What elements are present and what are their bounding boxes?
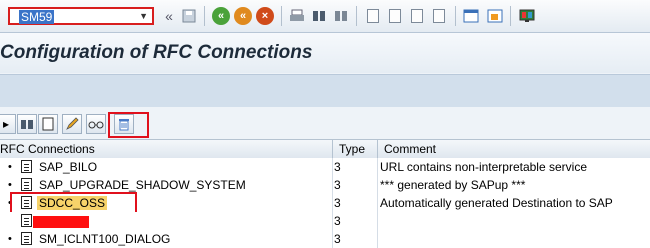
connection-name[interactable]: SAP_BILO [39,160,97,174]
system-toolbar: SM59 ▼ « « « × [0,0,650,33]
find-icon[interactable] [310,7,328,25]
next-page-icon[interactable] [408,7,426,25]
col-header-name[interactable]: RFC Connections [0,142,95,156]
table-row[interactable]: • SAP_BILO 3 URL contains non-interpreta… [0,158,650,176]
document-icon [21,232,32,245]
application-toolbar: ▸ [0,107,650,139]
first-page-icon[interactable] [364,7,382,25]
page-title: Configuration of RFC Connections [0,42,313,63]
document-icon [21,178,32,191]
save-icon[interactable] [180,7,198,25]
glasses-icon[interactable] [86,114,106,134]
change-icon[interactable] [62,114,82,134]
back-icon[interactable]: « [212,7,230,25]
connection-comment: *** generated by SAPup *** [380,178,526,192]
document-icon [21,214,32,227]
tree-bullet-icon: • [8,161,12,173]
row-highlight [10,192,137,214]
command-field[interactable]: SM59 ▼ [8,7,154,25]
title-bar: Configuration of RFC Connections [0,33,650,73]
create-session-icon[interactable] [462,7,480,25]
separator-band [0,74,650,108]
previous-page-icon[interactable] [386,7,404,25]
connection-name[interactable]: SAP_UPGRADE_SHADOW_SYSTEM [39,178,246,192]
expand-icon[interactable]: ▸ [0,114,16,134]
dropdown-icon[interactable]: ▼ [139,9,148,23]
tree-bullet-icon: • [8,179,12,191]
connection-type: 3 [334,178,341,192]
find-next-icon[interactable] [332,7,350,25]
search-icon[interactable] [17,114,37,134]
document-icon [21,160,32,173]
redacted-name [33,216,89,228]
table-header: RFC Connections Type Comment [0,139,650,159]
command-field-value: SM59 [19,10,55,24]
connection-comment: Automatically generated Destination to S… [380,196,613,210]
double-left-icon[interactable]: « [160,7,178,25]
connection-name[interactable]: SM_ICLNT100_DIALOG [39,232,170,246]
print-icon[interactable] [288,7,306,25]
delete-button-highlight [108,112,149,138]
table-row[interactable]: • SM_ICLNT100_DIALOG 3 [0,230,650,248]
tree-bullet-icon: • [8,233,12,245]
table-row[interactable]: 3 [0,212,650,230]
connection-type: 3 [334,232,341,246]
shortcut-icon[interactable] [486,7,504,25]
cancel-icon[interactable]: × [256,7,274,25]
create-icon[interactable] [38,114,58,134]
help-icon[interactable] [518,7,536,25]
col-header-comment[interactable]: Comment [384,142,436,156]
last-page-icon[interactable] [430,7,448,25]
connection-type: 3 [334,196,341,210]
connection-comment: URL contains non-interpretable service [380,160,587,174]
connection-type: 3 [334,214,341,228]
exit-icon[interactable]: « [234,7,252,25]
col-header-type[interactable]: Type [339,142,365,156]
connection-type: 3 [334,160,341,174]
